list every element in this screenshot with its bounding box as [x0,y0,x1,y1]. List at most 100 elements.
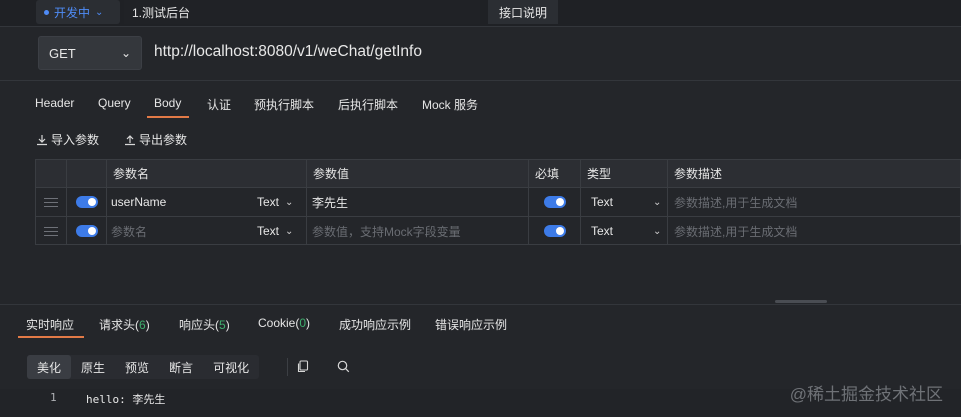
tab-post-script[interactable]: 后执行脚本 [338,96,398,113]
method-label: GET [49,45,76,61]
param-value-input[interactable]: 李先生 [307,188,529,216]
tab-request-headers[interactable]: 请求头(6) [99,316,150,333]
param-desc-placeholder: 参数描述,用于生成文档 [674,195,798,210]
type-select-inner: Text ⌄ [591,195,661,209]
tab-cookie[interactable]: Cookie(0) [258,316,310,330]
upload-icon [125,134,135,145]
tab-header[interactable]: Header [35,96,74,110]
status-label: 开发中 [54,5,91,20]
tab-live-response[interactable]: 实时响应 [26,316,74,333]
table-header-name: 参数名 [107,160,307,187]
chevron-down-icon: ⌄ [285,225,294,237]
toggle-on-icon [75,225,98,237]
tab-cookie-label: Cookie [258,316,296,330]
tab-request-headers-label: 请求头 [99,318,136,332]
type-label: Text [591,224,614,238]
response-body-text: hello: 李先生 [86,393,166,406]
status-dot-icon [44,9,49,15]
view-mode-assert[interactable]: 断言 [159,355,203,379]
divider [0,80,961,81]
request-headers-count: 6 [139,318,146,332]
param-value-placeholder: 参数值，支持Mock字段变量 [312,224,461,239]
required-toggle[interactable] [529,217,581,245]
divider [0,304,961,305]
chevron-down-icon: ⌄ [653,196,662,208]
params-table: 参数名 参数值 必填 类型 参数描述 userName Text ⌄ 李先生 T… [35,159,961,245]
horizontal-scrollbar[interactable] [775,300,827,303]
param-name-type-label: Text [257,224,280,238]
view-mode-visualize[interactable]: 可视化 [203,355,259,379]
table-header-toggle [67,160,107,187]
param-desc-input[interactable]: 参数描述,用于生成文档 [668,217,960,245]
view-mode-pretty[interactable]: 美化 [27,355,72,379]
tab-response-headers-label: 响应头 [179,318,216,332]
table-row: userName Text ⌄ 李先生 Text ⌄ 参数描述,用于生成文档 [36,187,960,216]
table-header-drag [36,160,67,187]
method-select[interactable]: GET ⌄ [38,36,142,70]
chevron-down-icon: ⌄ [285,196,294,208]
type-select-inner: Text ⌄ [591,224,661,238]
type-select[interactable]: Text ⌄ [581,217,668,245]
tab-query[interactable]: Query [98,96,131,110]
table-row: 参数名 Text ⌄ 参数值，支持Mock字段变量 Text ⌄ 参数描述,用于… [36,216,960,245]
toggle-on-icon [75,196,98,208]
param-desc-input[interactable]: 参数描述,用于生成文档 [668,188,960,216]
view-mode-segmented: 美化 原生 预览 断言 可视化 [27,355,260,379]
row-enable-toggle[interactable] [67,188,107,216]
row-enable-toggle[interactable] [67,217,107,245]
download-icon [37,134,47,145]
param-name-type-label: Text [257,195,280,209]
param-value: 李先生 [312,195,349,210]
import-params-button[interactable]: 导入参数 [36,131,99,148]
chevron-down-icon: ⌄ [95,6,104,18]
api-name-input[interactable]: 1.测试后台 [124,0,480,24]
status-select[interactable]: 开发中 ⌄ [36,0,120,24]
tab-mock[interactable]: Mock 服务 [422,96,478,113]
type-select[interactable]: Text ⌄ [581,188,668,216]
active-tab-indicator [147,116,189,118]
drag-handle-icon [44,197,58,207]
param-desc-placeholder: 参数描述,用于生成文档 [674,224,798,239]
param-name-placeholder: 参数名 [111,224,148,239]
cookie-count: 0 [299,316,307,330]
url-input[interactable]: http://localhost:8080/v1/weChat/getInfo [154,43,422,61]
divider [287,358,288,376]
copy-icon[interactable] [297,360,309,376]
required-toggle[interactable] [529,188,581,216]
param-name-input[interactable]: 参数名 Text ⌄ [107,217,307,245]
active-response-tab-indicator [18,336,84,338]
toggle-on-icon [543,196,566,208]
drag-handle[interactable] [36,217,67,245]
import-label: 导入参数 [51,133,100,147]
tab-body[interactable]: Body [154,96,181,110]
tab-error-example[interactable]: 错误响应示例 [435,316,507,333]
table-header-value: 参数值 [307,160,529,187]
view-mode-raw[interactable]: 原生 [71,355,115,379]
param-value-input[interactable]: 参数值，支持Mock字段变量 [307,217,529,245]
table-header-type: 类型 [581,160,668,187]
table-header-desc: 参数描述 [668,160,960,187]
param-name-type-select[interactable]: Text ⌄ [257,224,293,238]
param-name-type-select[interactable]: Text ⌄ [257,195,293,209]
param-name: userName [111,195,167,209]
export-params-button[interactable]: 导出参数 [124,131,187,148]
response-headers-count: 5 [219,318,226,332]
tab-auth[interactable]: 认证 [207,96,231,113]
view-mode-preview[interactable]: 预览 [115,355,159,379]
search-icon[interactable] [337,360,350,376]
param-name-input[interactable]: userName Text ⌄ [107,188,307,216]
drag-handle-icon [44,226,58,236]
toggle-on-icon [543,225,566,237]
line-number: 1 [50,391,57,404]
drag-handle[interactable] [36,188,67,216]
tab-pre-script[interactable]: 预执行脚本 [254,96,314,113]
table-header-required: 必填 [529,160,581,187]
api-doc-button[interactable]: 接口说明 [488,0,558,24]
export-label: 导出参数 [139,133,188,147]
type-label: Text [591,195,614,209]
tab-success-example[interactable]: 成功响应示例 [339,316,411,333]
chevron-down-icon: ⌄ [120,46,131,60]
divider [0,26,961,27]
tab-response-headers[interactable]: 响应头(5) [179,316,230,333]
watermark: @稀土掘金技术社区 [789,385,943,404]
